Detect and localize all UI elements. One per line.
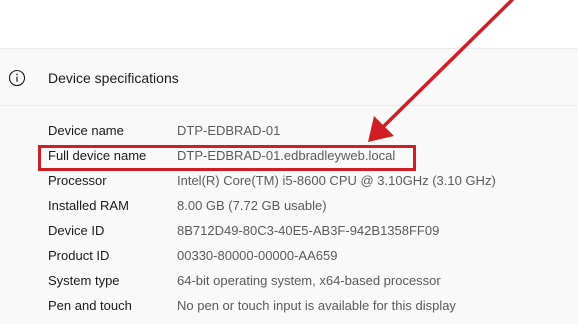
spec-value: Intel(R) Core(TM) i5-8600 CPU @ 3.10GHz … bbox=[177, 173, 496, 188]
spec-label: Device name bbox=[48, 123, 124, 138]
top-strip bbox=[0, 0, 578, 48]
spec-label: Device ID bbox=[48, 223, 105, 238]
spec-label: System type bbox=[48, 273, 120, 288]
info-icon bbox=[8, 69, 26, 87]
spec-value: 8.00 GB (7.72 GB usable) bbox=[177, 198, 327, 213]
device-specifications-panel: Device specifications Device name DTP-ED… bbox=[0, 0, 578, 324]
spec-label: Processor bbox=[48, 173, 107, 188]
spec-value: 64-bit operating system, x64-based proce… bbox=[177, 273, 441, 288]
spec-value: 8B712D49-80C3-40E5-AB3F-942B1358FF09 bbox=[177, 223, 440, 238]
section-header[interactable]: Device specifications bbox=[0, 48, 578, 106]
spec-label: Installed RAM bbox=[48, 198, 129, 213]
spec-label: Product ID bbox=[48, 248, 110, 263]
spec-value: No pen or touch input is available for t… bbox=[177, 298, 456, 313]
spec-label: Pen and touch bbox=[48, 298, 132, 313]
spec-value: 00330-80000-00000-AA659 bbox=[177, 248, 338, 263]
section-title: Device specifications bbox=[48, 70, 179, 86]
highlight-box bbox=[38, 145, 416, 171]
spec-value: DTP-EDBRAD-01 bbox=[177, 123, 281, 138]
